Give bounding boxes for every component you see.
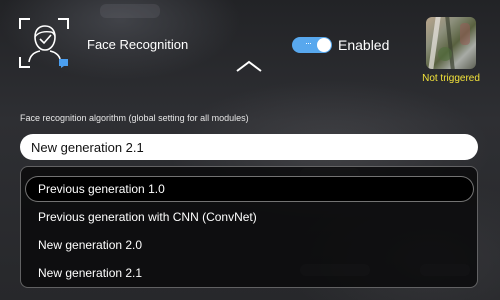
toggle-knob (317, 38, 331, 52)
module-title: Face Recognition (87, 37, 189, 52)
algorithm-setting-label: Face recognition algorithm (global setti… (20, 113, 249, 123)
collapse-chevron-up-icon[interactable] (234, 58, 264, 74)
dropdown-option-previous-gen-cnn[interactable]: Previous generation with CNN (ConvNet) (25, 204, 474, 230)
face-recognition-icon (18, 17, 70, 69)
algorithm-select[interactable]: New generation 2.1 (20, 134, 478, 160)
toggle-grip-icon (306, 43, 311, 47)
algorithm-select-value: New generation 2.1 (31, 140, 144, 155)
face-recognition-panel: Face Recognition Enabled Not triggered F… (0, 0, 500, 300)
camera-preview-thumbnail[interactable] (426, 17, 476, 69)
dropdown-option-previous-gen-1-0[interactable]: Previous generation 1.0 (25, 176, 474, 202)
enabled-toggle[interactable] (292, 37, 332, 53)
trigger-status: Not triggered (422, 73, 480, 84)
algorithm-dropdown-menu: Previous generation 1.0 Previous generat… (20, 166, 478, 288)
dropdown-option-new-gen-2-0[interactable]: New generation 2.0 (25, 232, 474, 258)
dropdown-option-new-gen-2-1[interactable]: New generation 2.1 (25, 260, 474, 286)
enabled-label: Enabled (338, 37, 390, 53)
